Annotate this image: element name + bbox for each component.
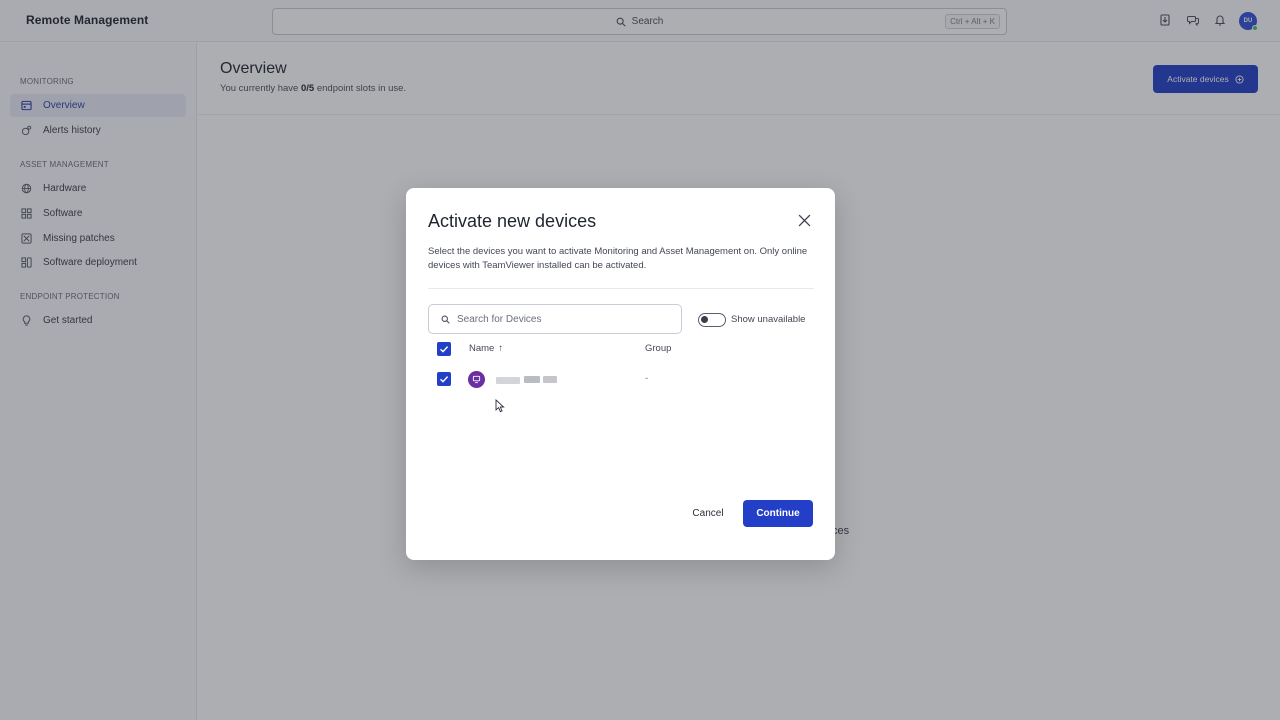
cancel-button[interactable]: Cancel: [686, 500, 730, 526]
sort-arrow-icon: ↑: [498, 343, 504, 354]
mouse-cursor-icon: [495, 399, 505, 413]
search-icon: [441, 315, 450, 324]
column-name-label: Name: [469, 343, 495, 354]
check-icon: [440, 376, 449, 383]
close-icon: [798, 214, 810, 226]
divider: [428, 288, 814, 289]
redaction-block: [496, 377, 520, 384]
continue-button[interactable]: Continue: [743, 500, 813, 527]
column-header-name[interactable]: Name ↑: [469, 343, 503, 354]
device-search-field[interactable]: [428, 304, 682, 334]
device-group-value: -: [645, 373, 649, 384]
column-header-group[interactable]: Group: [645, 343, 671, 354]
select-all-checkbox[interactable]: [437, 342, 451, 356]
activate-devices-dialog: Activate new devices Select the devices …: [406, 188, 835, 560]
show-unavailable-toggle[interactable]: [698, 313, 726, 327]
check-icon: [440, 346, 449, 353]
redaction-block: [543, 376, 557, 383]
device-search-input[interactable]: [457, 313, 657, 325]
row-checkbox[interactable]: [437, 372, 451, 386]
toggle-knob: [701, 316, 708, 323]
close-button[interactable]: [796, 212, 812, 228]
redaction-block: [524, 376, 540, 383]
dialog-description: Select the devices you want to activate …: [428, 246, 808, 271]
show-unavailable-label: Show unavailable: [731, 314, 806, 325]
dialog-title: Activate new devices: [428, 211, 597, 231]
device-monitor-icon: [468, 371, 485, 388]
